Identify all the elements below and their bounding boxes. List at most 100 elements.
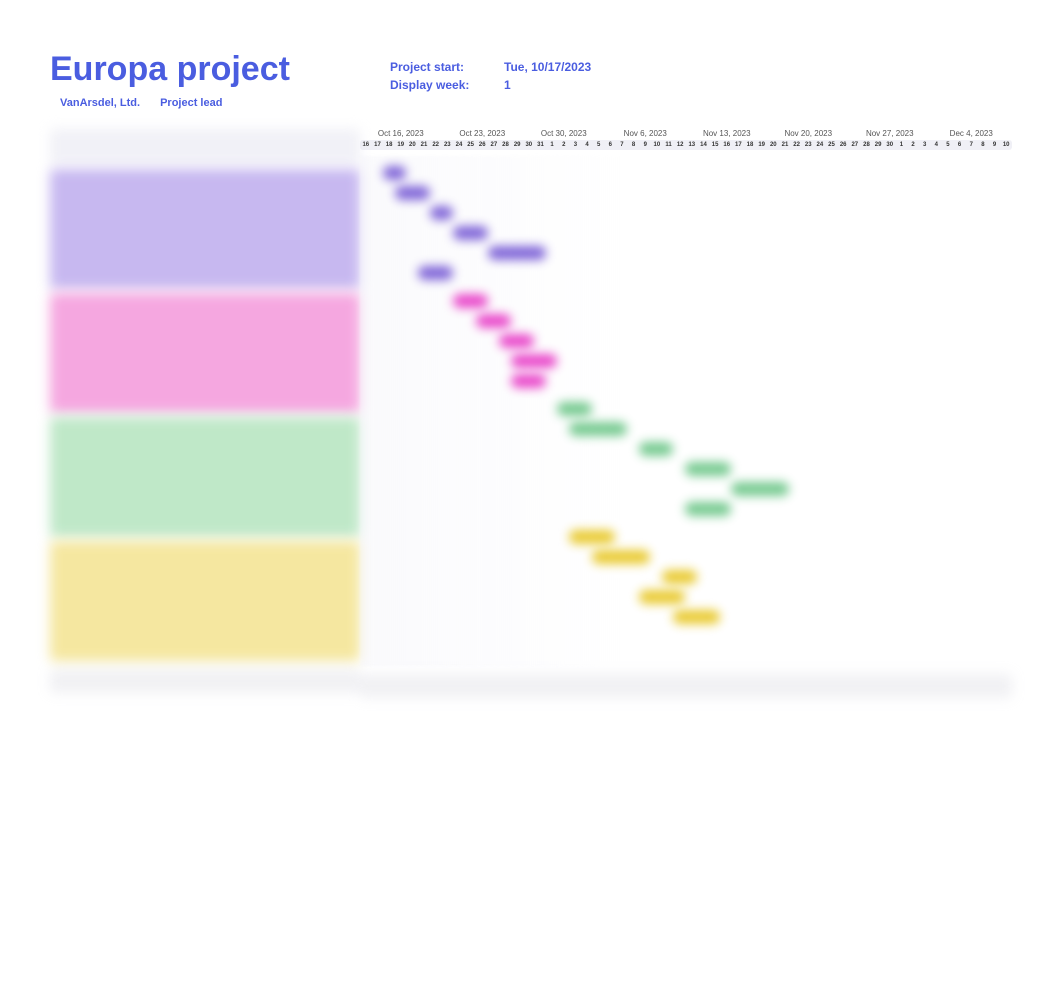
gantt-bar[interactable]	[731, 482, 789, 496]
week-header-cell: Oct 23, 2023	[442, 129, 524, 138]
day-header-cell: 20	[407, 142, 419, 148]
day-header-cell: 5	[593, 142, 605, 148]
day-header-cell: 19	[756, 142, 768, 148]
day-header-cell: 4	[931, 142, 943, 148]
gantt-bar[interactable]	[592, 550, 650, 564]
week-header-cell: Oct 16, 2023	[360, 129, 442, 138]
week-header-row: Oct 16, 2023Oct 23, 2023Oct 30, 2023Nov …	[360, 129, 1012, 140]
day-header-row: 1617181920212223242526272829303112345678…	[360, 140, 1012, 150]
project-title: Europa project	[50, 50, 350, 89]
display-week-value[interactable]: 1	[504, 78, 511, 92]
day-header-cell: 27	[488, 142, 500, 148]
day-header-cell: 3	[570, 142, 582, 148]
phase-block-1	[50, 169, 360, 289]
gantt-bar[interactable]	[395, 186, 430, 200]
gantt-bar[interactable]	[639, 590, 685, 604]
day-header-cell: 28	[861, 142, 873, 148]
timeline-footer	[360, 674, 1012, 698]
day-header-cell: 24	[814, 142, 826, 148]
task-list-footer	[50, 669, 360, 693]
day-header-cell: 30	[884, 142, 896, 148]
day-header-cell: 14	[698, 142, 710, 148]
week-header-cell: Oct 30, 2023	[523, 129, 605, 138]
gantt-bar[interactable]	[673, 610, 719, 624]
meta-row-week: Display week: 1	[390, 78, 1012, 92]
day-header-cell: 7	[616, 142, 628, 148]
task-list-panel	[50, 129, 360, 698]
day-header-cell: 7	[965, 142, 977, 148]
day-header-cell: 29	[511, 142, 523, 148]
day-header-cell: 25	[465, 142, 477, 148]
meta-row-start: Project start: Tue, 10/17/2023	[390, 60, 1012, 74]
day-header-cell: 2	[558, 142, 570, 148]
day-header-cell: 21	[418, 142, 430, 148]
gantt-bar[interactable]	[511, 354, 557, 368]
gantt-bar[interactable]	[476, 314, 511, 328]
gantt-bar[interactable]	[430, 206, 453, 220]
day-header-cell: 16	[360, 142, 372, 148]
phase-block-3	[50, 417, 360, 537]
gantt-bar[interactable]	[685, 502, 731, 516]
day-header-cell: 16	[721, 142, 733, 148]
day-header-cell: 4	[581, 142, 593, 148]
day-header-cell: 2	[907, 142, 919, 148]
gantt-bar[interactable]	[569, 422, 627, 436]
timeline-panel: Oct 16, 2023Oct 23, 2023Oct 30, 2023Nov …	[360, 129, 1012, 698]
day-header-cell: 26	[476, 142, 488, 148]
day-header-cell: 29	[872, 142, 884, 148]
meta-block: Project start: Tue, 10/17/2023 Display w…	[390, 50, 1012, 96]
week-header-cell: Nov 13, 2023	[686, 129, 768, 138]
day-header-cell: 31	[535, 142, 547, 148]
day-header-cell: 11	[663, 142, 675, 148]
day-header-cell: 13	[686, 142, 698, 148]
day-header-cell: 26	[837, 142, 849, 148]
gantt-bar[interactable]	[685, 462, 731, 476]
day-header-cell: 27	[849, 142, 861, 148]
day-header-cell: 8	[628, 142, 640, 148]
day-header-cell: 17	[372, 142, 384, 148]
gantt-bar[interactable]	[569, 530, 615, 544]
gantt-bar[interactable]	[639, 442, 674, 456]
phase-block-4	[50, 541, 360, 661]
task-list-header	[50, 129, 360, 165]
week-header-cell: Nov 27, 2023	[849, 129, 931, 138]
gantt-bar-area	[360, 156, 1012, 666]
gantt-bar[interactable]	[488, 246, 546, 260]
gantt-bar[interactable]	[557, 402, 592, 416]
day-header-cell: 6	[605, 142, 617, 148]
day-header-cell: 18	[744, 142, 756, 148]
day-header-cell: 21	[779, 142, 791, 148]
day-header-cell: 25	[826, 142, 838, 148]
week-header-cell: Nov 20, 2023	[768, 129, 850, 138]
gantt-bar[interactable]	[418, 266, 453, 280]
gantt-bar[interactable]	[499, 334, 534, 348]
week-header-cell: Nov 6, 2023	[605, 129, 687, 138]
day-header-cell: 8	[977, 142, 989, 148]
day-header-cell: 9	[989, 142, 1001, 148]
day-header-cell: 5	[942, 142, 954, 148]
day-header-cell: 24	[453, 142, 465, 148]
day-header-cell: 1	[896, 142, 908, 148]
day-header-cell: 9	[639, 142, 651, 148]
gantt-bar[interactable]	[383, 166, 406, 180]
day-header-cell: 28	[500, 142, 512, 148]
day-header-cell: 23	[442, 142, 454, 148]
day-header-cell: 22	[791, 142, 803, 148]
day-header-cell: 3	[919, 142, 931, 148]
day-header-cell: 12	[674, 142, 686, 148]
day-header-cell: 23	[802, 142, 814, 148]
title-block: Europa project VanArsdel, Ltd. Project l…	[50, 50, 350, 109]
company-name: VanArsdel, Ltd.	[60, 97, 140, 109]
gantt-chart: Oct 16, 2023Oct 23, 2023Oct 30, 2023Nov …	[50, 129, 1012, 698]
week-header-cell: Dec 4, 2023	[931, 129, 1013, 138]
day-header-cell: 17	[733, 142, 745, 148]
subtitle-row: VanArsdel, Ltd. Project lead	[50, 97, 350, 109]
gantt-bar[interactable]	[453, 226, 488, 240]
day-header-cell: 1	[546, 142, 558, 148]
gantt-bar[interactable]	[511, 374, 546, 388]
day-header-cell: 20	[768, 142, 780, 148]
gantt-bar[interactable]	[662, 570, 697, 584]
display-week-label: Display week:	[390, 78, 480, 92]
gantt-bar[interactable]	[453, 294, 488, 308]
header: Europa project VanArsdel, Ltd. Project l…	[50, 50, 1012, 109]
